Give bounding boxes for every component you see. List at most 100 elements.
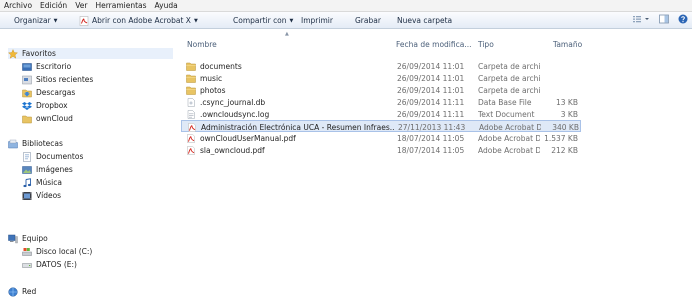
nav-disco-local[interactable]: Disco local (C:) (22, 246, 92, 257)
file-name-cell: sla_owncloud.pdf (186, 146, 394, 155)
folder-icon (186, 74, 196, 83)
file-name: .csync_journal.db (200, 98, 266, 107)
file-name-cell: photos (186, 86, 394, 95)
open-with-label: Abrir con Adobe Acrobat X (92, 16, 191, 25)
nav-musica[interactable]: Música (22, 177, 62, 188)
file-size: 3 KB (560, 110, 578, 119)
desktop-icon (22, 62, 32, 71)
column-header-size[interactable]: Tamaño (553, 40, 582, 49)
nav-imagenes-label: Imágenes (36, 165, 73, 174)
text-file-icon (187, 110, 195, 119)
column-header-date-label: Fecha de modifica... (396, 40, 472, 49)
nav-datos[interactable]: DATOS (E:) (22, 259, 77, 270)
organize-button[interactable]: Organizar ▼ (14, 15, 58, 26)
nav-sitios-recientes-label: Sitios recientes (36, 75, 94, 84)
file-row[interactable]: music 26/09/2014 11:01 Carpeta de archiv… (181, 72, 581, 84)
menu-ver[interactable]: Ver (75, 1, 87, 10)
file-name: sla_owncloud.pdf (200, 146, 265, 155)
nav-imagenes[interactable]: Imágenes (22, 164, 73, 175)
command-bar: Organizar ▼ Abrir con Adobe Acrobat X ▼ … (0, 12, 692, 29)
burn-button[interactable]: Grabar (355, 15, 381, 26)
preview-pane-icon (659, 14, 669, 24)
file-date: 26/09/2014 11:01 (397, 86, 465, 95)
file-name: photos (200, 86, 226, 95)
organize-label: Organizar (14, 16, 51, 25)
view-list-icon (633, 16, 649, 23)
pdf-icon (188, 123, 196, 132)
pdf-icon (187, 134, 195, 143)
help-icon (678, 14, 688, 24)
nav-descargas[interactable]: Descargas (22, 87, 75, 98)
file-row[interactable]: photos 26/09/2014 11:01 Carpeta de archi… (181, 84, 581, 96)
file-row[interactable]: .csync_journal.db 26/09/2014 11:11 Data … (181, 96, 581, 108)
nav-bibliotecas[interactable]: Bibliotecas (8, 138, 63, 149)
print-button[interactable]: Imprimir (301, 15, 333, 26)
view-controls (623, 14, 688, 24)
file-row[interactable]: sla_owncloud.pdf 18/07/2014 11:05 Adobe … (181, 144, 581, 156)
menu-edicion[interactable]: Edición (40, 1, 67, 10)
file-name-cell: ownCloudUserManual.pdf (186, 134, 394, 143)
menu-ayuda[interactable]: Ayuda (155, 1, 178, 10)
nav-datos-label: DATOS (E:) (36, 260, 77, 269)
file-row[interactable]: .owncloudsync.log 26/09/2014 11:11 Text … (181, 108, 581, 120)
file-name-cell: documents (186, 62, 394, 71)
nav-sitios-recientes[interactable]: Sitios recientes (22, 74, 93, 85)
nav-owncloud[interactable]: ownCloud (22, 113, 73, 124)
help-button[interactable] (678, 14, 688, 24)
nav-documentos[interactable]: Documentos (22, 151, 83, 162)
downloads-folder-icon (22, 89, 32, 97)
change-view-button[interactable] (632, 14, 650, 24)
file-size: 13 KB (556, 98, 578, 107)
nav-dropbox[interactable]: Dropbox (22, 100, 68, 111)
file-name: documents (200, 62, 242, 71)
preview-pane-button[interactable] (659, 14, 669, 24)
file-row[interactable]: documents 26/09/2014 11:01 Carpeta de ar… (181, 60, 581, 72)
nav-descargas-label: Descargas (36, 88, 76, 97)
column-header-name[interactable]: Nombre (187, 40, 217, 49)
new-folder-label: Nueva carpeta (397, 16, 453, 25)
system-drive-icon (22, 247, 32, 256)
nav-disco-local-label: Disco local (C:) (36, 247, 93, 256)
nav-equipo-label: Equipo (22, 234, 48, 243)
file-date: 18/07/2014 11:05 (397, 146, 465, 155)
column-header-type[interactable]: Tipo (478, 40, 494, 49)
nav-musica-label: Música (36, 178, 62, 187)
folder-icon (22, 115, 32, 123)
file-row[interactable]: ownCloudUserManual.pdf 18/07/2014 11:05 … (181, 132, 581, 144)
menu-herramientas[interactable]: Herramientas (95, 1, 146, 10)
videos-library-icon (22, 191, 32, 200)
file-name: .owncloudsync.log (200, 110, 270, 119)
nav-videos[interactable]: Vídeos (22, 190, 61, 201)
share-button[interactable]: Compartir con ▼ (233, 15, 293, 26)
folder-icon (186, 62, 196, 71)
burn-label: Grabar (355, 16, 381, 25)
file-icon (187, 98, 195, 107)
nav-bibliotecas-label: Bibliotecas (22, 139, 63, 148)
file-size: 1.537 KB (544, 134, 578, 143)
nav-escritorio-label: Escritorio (36, 62, 72, 71)
file-size: 340 KB (552, 123, 579, 132)
file-type: Text Document (478, 110, 535, 119)
file-type: Data Base File (478, 98, 532, 107)
nav-documentos-label: Documentos (36, 152, 84, 161)
nav-dropbox-label: Dropbox (36, 101, 68, 110)
file-name-cell: .csync_journal.db (186, 98, 394, 107)
column-header-date[interactable]: Fecha de modifica... (396, 40, 471, 49)
nav-red[interactable]: Red (8, 286, 36, 297)
nav-owncloud-label: ownCloud (36, 114, 73, 123)
file-date: 26/09/2014 11:11 (397, 110, 465, 119)
file-name-cell: Administración Electrónica UCA - Resumen… (187, 123, 395, 132)
recent-places-icon (22, 75, 32, 84)
file-date: 26/09/2014 11:01 (397, 62, 465, 71)
nav-escritorio[interactable]: Escritorio (22, 61, 71, 72)
new-folder-button[interactable]: Nueva carpeta (397, 15, 452, 26)
menu-archivo[interactable]: Archivo (4, 1, 32, 10)
file-row[interactable]: Administración Electrónica UCA - Resumen… (181, 120, 581, 132)
nav-equipo[interactable]: Equipo (8, 233, 48, 244)
file-type: Carpeta de archivos (478, 86, 540, 95)
nav-favorites[interactable]: Favoritos (8, 48, 173, 59)
open-with-button[interactable]: Abrir con Adobe Acrobat X ▼ (79, 15, 198, 26)
nav-red-label: Red (22, 287, 37, 296)
chevron-down-icon: ▼ (193, 17, 198, 24)
file-type: Adobe Acrobat D... (479, 123, 541, 132)
